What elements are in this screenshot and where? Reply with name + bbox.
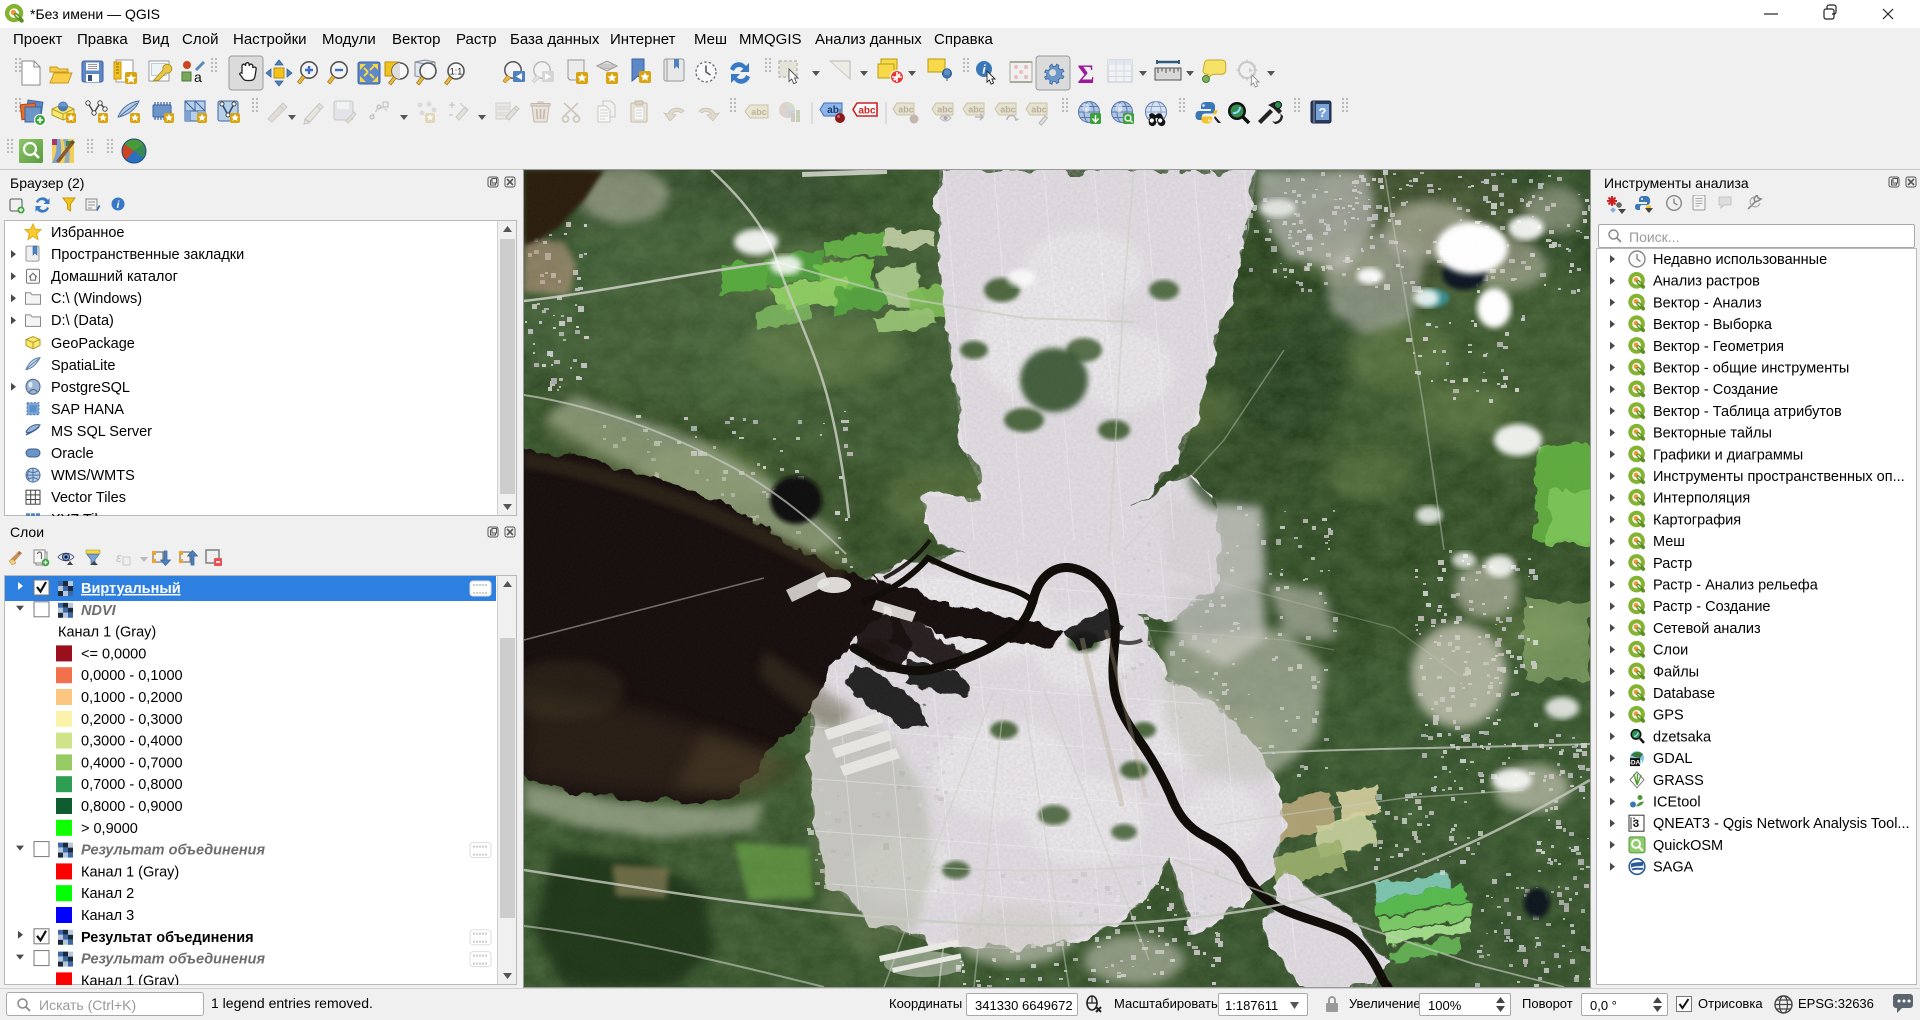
svg-text:abc: abc: [937, 105, 953, 115]
svg-text:Канал 1 (Gray): Канал 1 (Gray): [81, 864, 179, 880]
svg-text:Домашний каталог: Домашний каталог: [51, 269, 178, 285]
svg-text:> 0,9000: > 0,9000: [81, 821, 138, 837]
svg-text:Вектор - общие инструменты: Вектор - общие инструменты: [1653, 361, 1849, 377]
svg-text:0,2000 - 0,3000: 0,2000 - 0,3000: [81, 712, 183, 728]
svg-text:a: a: [194, 69, 202, 85]
svg-text:Vector Tiles: Vector Tiles: [51, 490, 126, 506]
svg-text:SpatiaLite: SpatiaLite: [51, 358, 116, 374]
svg-text:Результат объединения: Результат объединения: [81, 843, 265, 859]
svg-text:Векторные тайлы: Векторные тайлы: [1653, 426, 1772, 442]
svg-text:Растр - Анализ рельефа: Растр - Анализ рельефа: [1653, 578, 1819, 594]
svg-text:Вектор - Выборка: Вектор - Выборка: [1653, 317, 1773, 333]
svg-text:Графики и диаграммы: Графики и диаграммы: [1653, 447, 1803, 463]
svg-text:Растр: Растр: [1653, 556, 1692, 572]
svg-text:Анализ растров: Анализ растров: [1653, 274, 1760, 290]
svg-text:0,1000 - 0,2000: 0,1000 - 0,2000: [81, 690, 183, 706]
svg-text:GDAL: GDAL: [1626, 760, 1644, 767]
svg-text:Виртуальный: Виртуальный: [81, 581, 181, 597]
svg-text:NDVI: NDVI: [81, 603, 117, 619]
svg-text:Вектор - Таблица атрибутов: Вектор - Таблица атрибутов: [1653, 404, 1842, 420]
svg-text:ICEtool: ICEtool: [1653, 795, 1701, 811]
svg-text:Инструменты пространственных о: Инструменты пространственных оп...: [1653, 469, 1905, 485]
svg-text:MS SQL Server: MS SQL Server: [51, 424, 152, 440]
svg-text:Слои: Слои: [1653, 643, 1688, 659]
svg-text:abc: abc: [898, 105, 914, 115]
svg-text:C:\ (Windows): C:\ (Windows): [51, 291, 142, 307]
svg-text:Файлы: Файлы: [1653, 664, 1699, 680]
svg-text:Канал 1 (Gray): Канал 1 (Gray): [58, 625, 156, 641]
svg-text:i: i: [117, 200, 120, 211]
svg-text:PostgreSQL: PostgreSQL: [51, 380, 130, 396]
svg-text:SAGA: SAGA: [1653, 860, 1694, 876]
svg-text:Пространственные закладки: Пространственные закладки: [51, 247, 244, 263]
svg-text:D:\ (Data): D:\ (Data): [51, 313, 114, 329]
svg-text:Канал 2: Канал 2: [81, 886, 134, 902]
svg-text:GRASS: GRASS: [1653, 773, 1704, 789]
svg-text:dzetsaka: dzetsaka: [1653, 729, 1712, 745]
svg-text:abc: abc: [968, 105, 984, 115]
svg-text:Результат объединения: Результат объединения: [81, 952, 265, 968]
svg-text:Меш: Меш: [1653, 534, 1685, 550]
svg-text:SAP HANA: SAP HANA: [51, 402, 124, 418]
svg-text:Результат объединения: Результат объединения: [81, 930, 254, 946]
svg-text:QuickOSM: QuickOSM: [1653, 838, 1723, 854]
svg-text:?: ?: [1319, 105, 1327, 120]
svg-text:0,4000 - 0,7000: 0,4000 - 0,7000: [81, 755, 183, 771]
svg-text:0,8000 - 0,9000: 0,8000 - 0,9000: [81, 799, 183, 815]
svg-text:Избранное: Избранное: [51, 225, 124, 241]
svg-text:0,0000 - 0,1000: 0,0000 - 0,1000: [81, 668, 183, 684]
svg-text:Картография: Картография: [1653, 512, 1741, 528]
svg-text:ε: ε: [116, 550, 122, 565]
svg-text:WMS/WMTS: WMS/WMTS: [51, 468, 135, 484]
svg-text:Вектор - Создание: Вектор - Создание: [1653, 382, 1778, 398]
svg-text:0,7000 - 0,8000: 0,7000 - 0,8000: [81, 777, 183, 793]
svg-text:GeoPackage: GeoPackage: [51, 336, 135, 352]
svg-text:1:1: 1:1: [450, 67, 463, 77]
svg-text:Вектор - Геометрия: Вектор - Геометрия: [1653, 339, 1784, 355]
svg-text:Oracle: Oracle: [51, 446, 94, 462]
svg-text:abc: abc: [751, 107, 767, 117]
svg-text:abc: abc: [1031, 105, 1047, 115]
svg-text:QNEAT3 - Qgis Network Analysis: QNEAT3 - Qgis Network Analysis Tool...: [1653, 816, 1910, 832]
svg-text:abc: abc: [1000, 105, 1016, 115]
svg-text:Недавно использованные: Недавно использованные: [1653, 252, 1827, 268]
svg-text:XYZ Til: XYZ Til: [51, 512, 98, 516]
svg-text:Интерполяция: Интерполяция: [1653, 491, 1750, 507]
svg-text:abc: abc: [858, 106, 876, 117]
svg-text:0,3000 - 0,4000: 0,3000 - 0,4000: [81, 734, 183, 750]
svg-text:GDAL: GDAL: [1653, 751, 1693, 767]
svg-text:Канал 3: Канал 3: [81, 908, 134, 924]
svg-text:Сетевой анализ: Сетевой анализ: [1653, 621, 1761, 637]
svg-text:<= 0,0000: <= 0,0000: [81, 646, 146, 662]
svg-text:Database: Database: [1653, 686, 1715, 702]
svg-text:Σ: Σ: [1078, 60, 1095, 89]
svg-text:GPS: GPS: [1653, 708, 1684, 724]
svg-text:Канал 1 (Gray): Канал 1 (Gray): [81, 973, 179, 985]
svg-text:Вектор - Анализ: Вектор - Анализ: [1653, 295, 1762, 311]
svg-text:Растр - Создание: Растр - Создание: [1653, 599, 1771, 615]
